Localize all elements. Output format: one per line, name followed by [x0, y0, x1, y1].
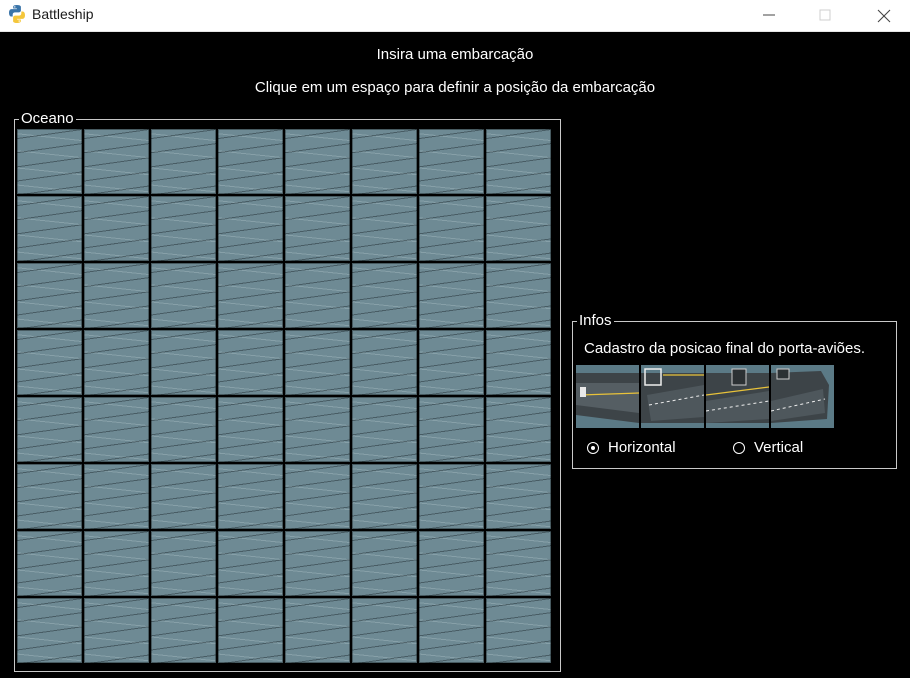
ocean-cell[interactable] — [419, 397, 484, 462]
ocean-cell[interactable] — [486, 397, 551, 462]
ocean-legend: Oceano — [21, 110, 74, 127]
ocean-cell[interactable] — [486, 598, 551, 663]
ocean-cell[interactable] — [352, 531, 417, 596]
radio-unchecked-icon — [733, 441, 745, 454]
minimize-icon — [763, 14, 775, 16]
ocean-cell[interactable] — [84, 598, 149, 663]
ocean-cell[interactable] — [218, 263, 283, 328]
infos-message: Cadastro da posicao final do porta-aviõe… — [584, 340, 866, 357]
ocean-cell[interactable] — [486, 531, 551, 596]
ocean-cell[interactable] — [218, 330, 283, 395]
ocean-cell[interactable] — [419, 263, 484, 328]
ocean-cell[interactable] — [486, 129, 551, 194]
ocean-cell[interactable] — [17, 129, 82, 194]
ocean-cell[interactable] — [352, 330, 417, 395]
orientation-vertical-label: Vertical — [754, 439, 804, 456]
ocean-cell[interactable] — [218, 598, 283, 663]
ocean-cell[interactable] — [17, 598, 82, 663]
carrier-bow-icon — [771, 365, 834, 428]
ocean-cell[interactable] — [84, 263, 149, 328]
ocean-cell[interactable] — [17, 330, 82, 395]
instruction-subtitle: Clique em um espaço para definir a posiç… — [254, 79, 656, 96]
ocean-cell[interactable] — [285, 129, 350, 194]
window-title: Battleship — [32, 6, 94, 22]
ocean-cell[interactable] — [486, 263, 551, 328]
python-icon — [7, 4, 27, 24]
ocean-cell[interactable] — [352, 129, 417, 194]
infos-legend: Infos — [579, 312, 612, 329]
close-button[interactable] — [860, 0, 906, 31]
ocean-cell[interactable] — [352, 196, 417, 261]
close-icon — [877, 9, 891, 23]
ocean-cell[interactable] — [151, 397, 216, 462]
orientation-horizontal-radio[interactable]: Horizontal — [587, 439, 676, 456]
orientation-horizontal-label: Horizontal — [608, 439, 676, 456]
ocean-cell[interactable] — [419, 531, 484, 596]
ocean-cell[interactable] — [17, 531, 82, 596]
carrier-stern-icon — [576, 365, 639, 428]
ocean-cell[interactable] — [352, 598, 417, 663]
ocean-cell[interactable] — [285, 196, 350, 261]
ocean-cell[interactable] — [84, 129, 149, 194]
ocean-cell[interactable] — [151, 531, 216, 596]
maximize-button[interactable] — [802, 0, 848, 31]
ocean-cell[interactable] — [285, 531, 350, 596]
ocean-cell[interactable] — [84, 397, 149, 462]
ocean-cell[interactable] — [17, 196, 82, 261]
ocean-cell[interactable] — [419, 196, 484, 261]
ocean-cell[interactable] — [151, 598, 216, 663]
ocean-cell[interactable] — [17, 263, 82, 328]
ocean-cell[interactable] — [17, 397, 82, 462]
ocean-cell[interactable] — [218, 129, 283, 194]
ocean-cell[interactable] — [285, 598, 350, 663]
orientation-vertical-radio[interactable]: Vertical — [733, 439, 803, 456]
ocean-cell[interactable] — [419, 330, 484, 395]
ocean-cell[interactable] — [84, 196, 149, 261]
ocean-cell[interactable] — [486, 464, 551, 529]
ocean-cell[interactable] — [419, 464, 484, 529]
ocean-cell[interactable] — [419, 129, 484, 194]
ocean-cell[interactable] — [84, 464, 149, 529]
ocean-cell[interactable] — [352, 397, 417, 462]
ocean-cell[interactable] — [218, 196, 283, 261]
ocean-cell[interactable] — [151, 196, 216, 261]
ocean-cell[interactable] — [285, 464, 350, 529]
title-bar: Battleship — [0, 0, 910, 32]
ocean-cell[interactable] — [218, 531, 283, 596]
ocean-cell[interactable] — [419, 598, 484, 663]
ocean-cell[interactable] — [218, 397, 283, 462]
ocean-cell[interactable] — [17, 464, 82, 529]
ocean-cell[interactable] — [285, 263, 350, 328]
ocean-cell[interactable] — [486, 196, 551, 261]
minimize-button[interactable] — [746, 0, 792, 31]
maximize-icon — [819, 9, 831, 21]
ocean-cell[interactable] — [84, 531, 149, 596]
ocean-cell[interactable] — [352, 263, 417, 328]
ocean-board — [17, 129, 558, 670]
instruction-title: Insira uma embarcação — [376, 46, 534, 63]
carrier-mid-icon — [706, 365, 769, 428]
ocean-cell[interactable] — [352, 464, 417, 529]
ocean-cell[interactable] — [151, 129, 216, 194]
ocean-cell[interactable] — [151, 263, 216, 328]
ocean-cell[interactable] — [486, 330, 551, 395]
carrier-deck-icon — [641, 365, 704, 428]
radio-checked-icon — [587, 441, 599, 454]
ocean-cell[interactable] — [84, 330, 149, 395]
ship-preview — [576, 365, 834, 428]
ocean-cell[interactable] — [285, 330, 350, 395]
ocean-cell[interactable] — [151, 464, 216, 529]
ocean-cell[interactable] — [285, 397, 350, 462]
ocean-cell[interactable] — [218, 464, 283, 529]
ocean-cell[interactable] — [151, 330, 216, 395]
